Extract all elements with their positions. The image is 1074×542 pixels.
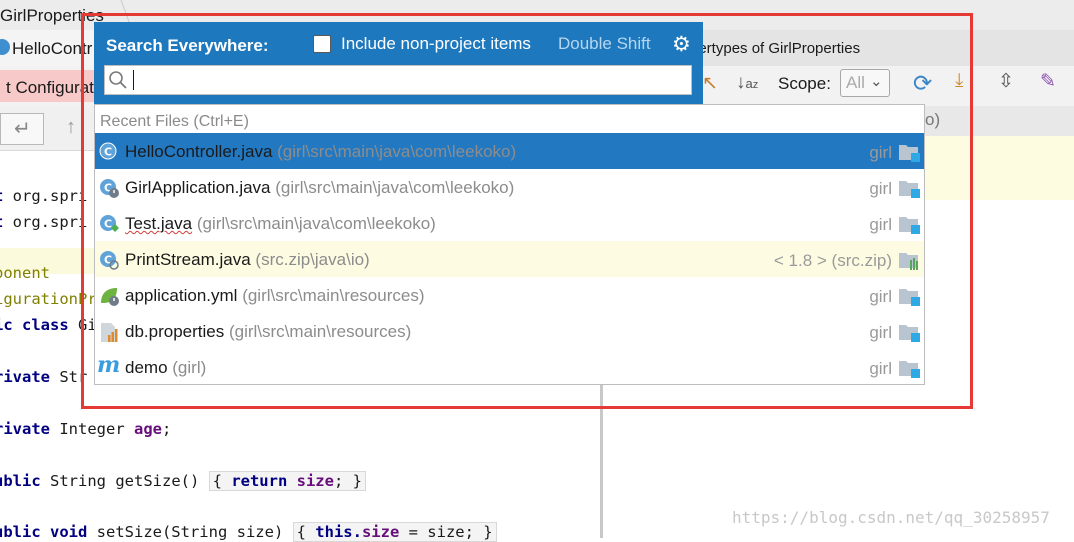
highlight-annotation-box [81,13,973,409]
code-line[interactable]: ublic void setSize(String size) { this.s… [0,522,497,542]
collapse-all-icon[interactable]: ⇳ [998,70,1014,93]
folded-brace[interactable]: { this.size = size; } [292,522,497,542]
code-line[interactable]: rivate Integer age; [0,420,171,438]
code-line[interactable]: ponent [0,264,50,282]
up-arrow-icon[interactable]: ↑ [66,116,76,139]
pin-icon[interactable]: ✎ [1040,70,1056,93]
code-line[interactable]: rivate Str [0,368,87,386]
code-line[interactable]: t org.spri [0,213,87,231]
back-arrow-icon: ↵ [14,118,31,140]
watermark: https://blog.csdn.net/qq_30258957 [732,508,1050,527]
folded-brace[interactable]: { return size; } [208,471,366,491]
code-line[interactable]: ublic String getSize() { return size; } [0,471,366,491]
code-line[interactable]: t org.spri [0,187,87,205]
